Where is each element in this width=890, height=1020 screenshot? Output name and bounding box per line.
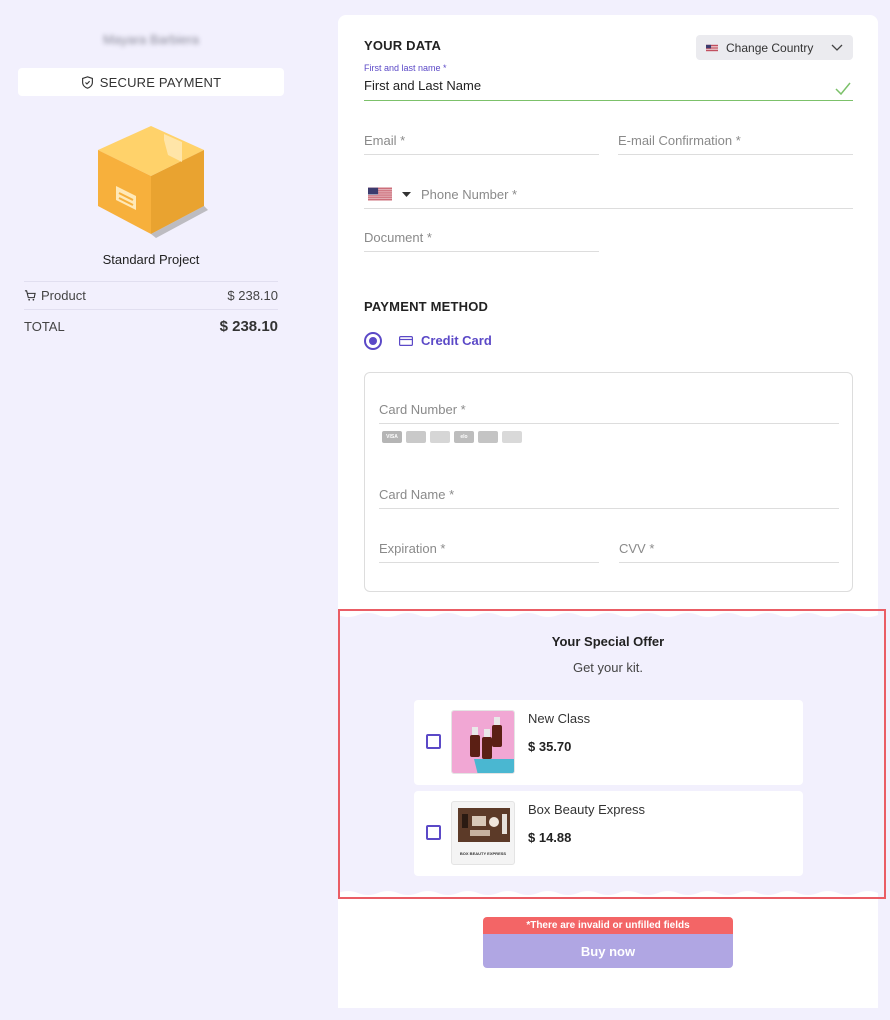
- expiration-field[interactable]: Expiration *: [379, 533, 599, 563]
- phone-field[interactable]: Phone Number *: [364, 179, 853, 209]
- cart-icon: [24, 290, 36, 301]
- credit-card-option[interactable]: Credit Card: [399, 333, 492, 348]
- us-flag-icon: [368, 187, 392, 201]
- mastercard-icon: [406, 431, 426, 443]
- email-confirmation-field[interactable]: E-mail Confirmation *: [618, 125, 853, 155]
- card-name-field[interactable]: Card Name *: [379, 479, 839, 509]
- credit-card-icon: [399, 335, 413, 346]
- product-box-image: [98, 126, 208, 238]
- offer-item-price: $ 14.88: [528, 830, 572, 845]
- offer-title: Your Special Offer: [551, 634, 665, 649]
- thumb-caption: BOX BEAUTY EXPRESS: [459, 851, 507, 856]
- product-price: $ 238.10: [227, 288, 278, 303]
- amex-icon: [430, 431, 450, 443]
- offer-checkbox[interactable]: [426, 734, 441, 749]
- chevron-down-icon: [831, 44, 843, 51]
- card-number-placeholder: Card Number *: [379, 402, 466, 417]
- credit-card-form: Card Number * VISA elo Card Name * Expir…: [364, 372, 853, 592]
- special-offer-section: Your Special Offer Get your kit. New Cla…: [338, 611, 878, 897]
- email-field[interactable]: Email *: [364, 125, 599, 155]
- email-placeholder: Email *: [364, 133, 406, 148]
- change-country-label: Change Country: [726, 40, 814, 55]
- credit-card-radio[interactable]: [364, 332, 382, 350]
- document-placeholder: Document *: [364, 230, 432, 245]
- email-confirmation-placeholder: E-mail Confirmation *: [618, 133, 741, 148]
- product-name: Standard Project: [102, 252, 200, 267]
- phone-country-select[interactable]: Phone Number *: [368, 186, 517, 202]
- expiration-placeholder: Expiration *: [379, 541, 446, 556]
- total-row: TOTAL $ 238.10: [24, 310, 278, 342]
- offer-item-price: $ 35.70: [528, 739, 572, 754]
- offer-subtitle: Get your kit.: [572, 660, 644, 675]
- offer-checkbox[interactable]: [426, 825, 441, 840]
- secure-payment-badge: SECURE PAYMENT: [18, 68, 284, 96]
- checkout-form-card: YOUR DATA Change Country First and last …: [338, 15, 878, 1008]
- name-field[interactable]: First and last name * First and Last Nam…: [364, 63, 853, 101]
- form-error-banner: *There are invalid or unfilled fields: [483, 917, 733, 934]
- card-number-field[interactable]: Card Number *: [379, 393, 839, 424]
- product-label: Product: [41, 288, 86, 303]
- diners-icon: [478, 431, 498, 443]
- offer-item-new-class[interactable]: New Class $ 35.70: [414, 700, 803, 785]
- us-flag-icon: [706, 44, 718, 51]
- caret-down-icon: [402, 191, 411, 197]
- payment-method-title: PAYMENT METHOD: [364, 299, 489, 314]
- cvv-field[interactable]: CVV *: [619, 533, 839, 563]
- product-row: Product $ 238.10: [24, 281, 278, 310]
- elo-icon: elo: [454, 431, 474, 443]
- new-class-thumbnail: [451, 710, 515, 774]
- offer-item-box-beauty[interactable]: BOX BEAUTY EXPRESS Box Beauty Express $ …: [414, 791, 803, 876]
- radio-dot: [369, 337, 377, 345]
- offer-item-name: Box Beauty Express: [528, 802, 646, 817]
- shield-icon: [81, 75, 93, 89]
- seller-name: Mayara Barbiera: [102, 32, 200, 47]
- document-field[interactable]: Document *: [364, 222, 599, 252]
- name-field-value: First and Last Name: [364, 78, 482, 93]
- card-name-placeholder: Card Name *: [379, 487, 455, 502]
- wave-divider-bottom: [338, 891, 878, 897]
- phone-placeholder: Phone Number *: [421, 186, 518, 202]
- cvv-placeholder: CVV *: [619, 541, 655, 556]
- total-price: $ 238.10: [219, 317, 278, 335]
- box-beauty-thumbnail: BOX BEAUTY EXPRESS: [451, 801, 515, 865]
- change-country-button[interactable]: Change Country: [696, 35, 853, 60]
- order-summary: Mayara Barbiera SECURE PAYMENT Standard …: [18, 30, 284, 342]
- visa-icon: VISA: [382, 431, 402, 443]
- wave-divider-top: [338, 611, 878, 617]
- hipercard-icon: [502, 431, 522, 443]
- credit-card-label: Credit Card: [421, 333, 492, 348]
- card-brands: VISA elo: [382, 431, 522, 443]
- secure-payment-label: SECURE PAYMENT: [99, 74, 222, 90]
- your-data-title: YOUR DATA: [364, 38, 442, 53]
- offer-item-name: New Class: [528, 711, 591, 726]
- buy-now-button[interactable]: Buy now: [483, 934, 733, 968]
- check-icon: [835, 82, 851, 96]
- name-field-label: First and last name *: [364, 63, 447, 73]
- total-label: TOTAL: [24, 318, 65, 334]
